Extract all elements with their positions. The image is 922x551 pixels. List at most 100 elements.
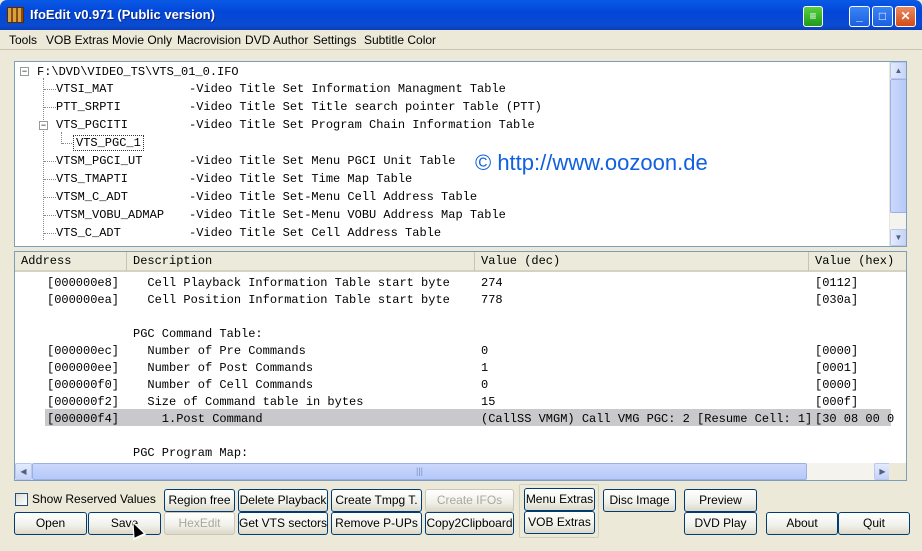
cell-description[interactable]: Number of Cell Commands (133, 377, 313, 393)
cell-value-hex[interactable]: [0112] (815, 275, 858, 291)
tree-item-desc: -Video Title Set Title search pointer Ta… (189, 100, 542, 114)
region-free-button[interactable]: Region free (164, 489, 235, 512)
tree-item[interactable]: VTSM_VOBU_ADMAP (56, 207, 164, 223)
cell-value-dec[interactable]: 0 (481, 377, 488, 393)
menu-vob-extras[interactable]: VOB Extras (46, 33, 109, 47)
tree-connector (44, 215, 56, 216)
tray-icon[interactable]: ≡ (803, 6, 823, 27)
tree-vertical-scrollbar[interactable]: ▲ ▼ (889, 62, 906, 246)
tree-item[interactable]: VTSM_C_ADT (56, 189, 128, 205)
tree-item-selected[interactable]: VTS_PGC_1 (73, 135, 144, 151)
scroll-left-icon[interactable]: ◀ (15, 463, 32, 480)
cell-value-hex[interactable]: [0000] (815, 377, 858, 393)
cell-address[interactable]: [000000ee] (47, 360, 119, 376)
cell-value-hex[interactable]: [30 08 00 0 (815, 411, 894, 427)
save-button[interactable]: Save (88, 512, 161, 535)
remove-pups-button[interactable]: Remove P-UPs (331, 512, 422, 535)
cell-description[interactable]: Cell Playback Information Table start by… (133, 275, 449, 291)
cell-value-dec[interactable]: 15 (481, 394, 495, 410)
tree-item-desc: -Video Title Set Cell Address Table (189, 226, 442, 240)
about-button[interactable]: About (766, 512, 838, 535)
section-heading[interactable]: PGC Program Map: (133, 445, 248, 461)
tree-connector (44, 107, 56, 108)
tree-item[interactable]: VTS_PGCITI (56, 117, 128, 133)
ifo-data-table[interactable]: Address Description Value (dec) Value (h… (14, 251, 907, 481)
scroll-thumb[interactable] (890, 79, 906, 213)
scroll-thumb[interactable]: ||| (32, 463, 807, 480)
cell-address[interactable]: [000000ea] (47, 292, 119, 308)
maximize-button[interactable]: □ (872, 6, 893, 27)
collapse-toggle-icon[interactable]: − (39, 121, 48, 130)
menu-macrovision[interactable]: Macrovision (177, 33, 241, 47)
column-address[interactable]: Address (15, 252, 127, 271)
cell-value-dec[interactable]: (CallSS VMGM) Call VMG PGC: 2 [Resume Ce… (481, 411, 812, 427)
cell-value-hex[interactable]: [0000] (815, 343, 858, 359)
cell-value-hex[interactable]: [000f] (815, 394, 858, 410)
table-header: Address Description Value (dec) Value (h… (15, 252, 906, 272)
menu-bar: Tools VOB Extras Movie Only Macrovision … (0, 30, 922, 50)
app-icon[interactable] (7, 7, 24, 23)
tree-item[interactable]: PTT_SRPTI (56, 99, 121, 115)
menu-dvd-author[interactable]: DVD Author (245, 33, 308, 47)
create-tmpg-button[interactable]: Create Tmpg T. (331, 489, 422, 512)
collapse-toggle-icon[interactable]: − (20, 67, 29, 76)
quit-button[interactable]: Quit (838, 512, 910, 535)
tree-item-desc: -Video Title Set Program Chain Informati… (189, 118, 535, 132)
cell-description[interactable]: Size of Command table in bytes (133, 394, 363, 410)
cell-description[interactable]: Number of Pre Commands (133, 343, 305, 359)
show-reserved-label[interactable]: Show Reserved Values (32, 492, 156, 506)
column-description[interactable]: Description (127, 252, 475, 271)
copy-clipboard-button[interactable]: Copy2Clipboard (425, 512, 514, 535)
close-button[interactable]: ✕ (895, 6, 916, 27)
section-heading[interactable]: PGC Command Table: (133, 326, 263, 342)
menu-tools[interactable]: Tools (9, 33, 37, 47)
column-value-hex[interactable]: Value (hex) (809, 252, 906, 271)
cell-value-hex[interactable]: [030a] (815, 292, 858, 308)
tree-connector (44, 197, 56, 198)
table-horizontal-scrollbar[interactable]: ◀ ||| ▶ (15, 463, 891, 480)
tree-item[interactable]: VTS_TMAPTI (56, 171, 128, 187)
hexedit-button[interactable]: HexEdit (164, 512, 235, 535)
cell-description[interactable]: Number of Post Commands (133, 360, 313, 376)
cell-description[interactable]: 1.Post Command (133, 411, 263, 427)
scrollbar-corner (889, 463, 906, 480)
menu-extras-button[interactable]: Menu Extras (524, 488, 595, 511)
tree-connector (44, 233, 56, 234)
vob-extras-button[interactable]: VOB Extras (524, 511, 595, 534)
delete-playback-button[interactable]: Delete Playback (238, 489, 328, 512)
show-reserved-checkbox[interactable] (15, 493, 28, 506)
tree-item[interactable]: VTS_C_ADT (56, 225, 121, 241)
get-vts-sectors-button[interactable]: Get VTS sectors (238, 512, 328, 535)
create-ifos-button[interactable]: Create IFOs (425, 489, 514, 512)
tree-item[interactable]: VTSI_MAT (56, 81, 114, 97)
scroll-up-icon[interactable]: ▲ (890, 62, 906, 79)
cell-value-dec[interactable]: 274 (481, 275, 503, 291)
minimize-button[interactable]: _ (849, 6, 870, 27)
tree-root[interactable]: F:\DVD\VIDEO_TS\VTS_01_0.IFO (37, 64, 239, 80)
tree-item[interactable]: VTSM_PGCI_UT (56, 153, 142, 169)
cell-address[interactable]: [000000e8] (47, 275, 119, 291)
column-value-dec[interactable]: Value (dec) (475, 252, 809, 271)
tree-connector (44, 89, 56, 90)
cell-value-hex[interactable]: [0001] (815, 360, 858, 376)
menu-movie-only[interactable]: Movie Only (112, 33, 172, 47)
tree-item-desc: -Video Title Set Information Managment T… (189, 82, 506, 96)
cell-value-dec[interactable]: 0 (481, 343, 488, 359)
cell-description[interactable]: Cell Position Information Table start by… (133, 292, 449, 308)
open-button[interactable]: Open (14, 512, 87, 535)
cell-value-dec[interactable]: 778 (481, 292, 503, 308)
scroll-down-icon[interactable]: ▼ (890, 229, 906, 246)
dvd-play-button[interactable]: DVD Play (684, 512, 757, 535)
menu-settings[interactable]: Settings (313, 33, 356, 47)
cell-value-dec[interactable]: 1 (481, 360, 488, 376)
menu-subtitle-color[interactable]: Subtitle Color (364, 33, 436, 47)
preview-button[interactable]: Preview (684, 489, 757, 512)
tree-item-desc: -Video Title Set-Menu Cell Address Table (189, 190, 478, 204)
cell-address[interactable]: [000000f4] (47, 411, 119, 427)
title-bar[interactable]: IfoEdit v0.971 (Public version) ≡ _ □ ✕ (0, 0, 922, 30)
disc-image-button[interactable]: Disc Image (603, 489, 676, 512)
cell-address[interactable]: [000000f0] (47, 377, 119, 393)
cell-address[interactable]: [000000ec] (47, 343, 119, 359)
cell-address[interactable]: [000000f2] (47, 394, 119, 410)
ifo-tree[interactable]: − F:\DVD\VIDEO_TS\VTS_01_0.IFO VTSI_MAT … (14, 61, 907, 247)
